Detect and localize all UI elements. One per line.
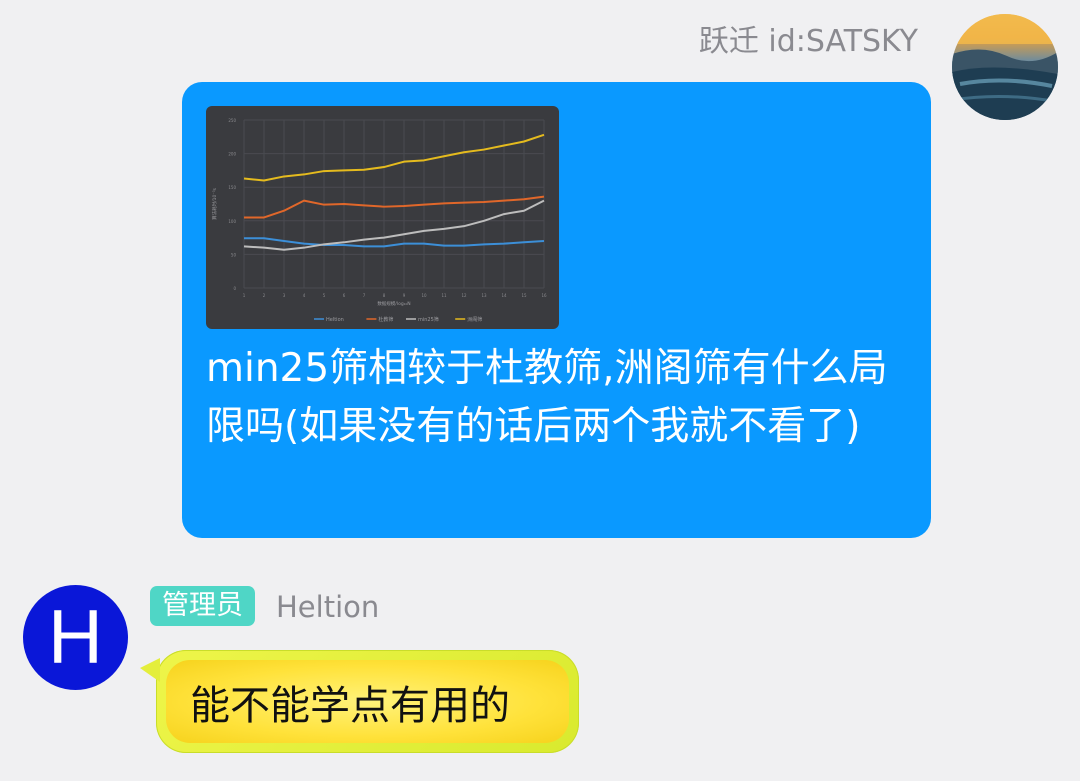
y-tick-label: 200 — [228, 152, 236, 157]
sender-name: 跃迁 id:SATSKY — [698, 24, 918, 59]
x-tick-label: 15 — [521, 293, 527, 298]
x-tick-label: 8 — [383, 293, 386, 298]
x-tick-label: 4 — [303, 293, 306, 298]
attached-chart-image[interactable]: 0 50 100 150 200 250 1 2 3 4 5 6 7 8 9 10 11 12 13 14 15 16 数据… — [206, 106, 559, 329]
series-line — [243, 133, 545, 182]
y-tick-label: 150 — [228, 185, 236, 190]
x-tick-label: 13 — [481, 293, 487, 298]
series-line — [244, 195, 545, 219]
y-tick-label: 0 — [233, 286, 236, 291]
letter-avatar: H — [48, 595, 103, 680]
y-tick-label: 50 — [231, 252, 237, 257]
incoming-message-bubble[interactable]: 能不能学点有用的 — [140, 650, 579, 753]
legend-entry: 杜教筛 — [378, 316, 393, 323]
x-tick-label: 12 — [461, 293, 467, 298]
x-tick-label: 16 — [541, 293, 547, 298]
series-line — [244, 237, 545, 248]
outgoing-message-bubble[interactable]: 0 50 100 150 200 250 1 2 3 4 5 6 7 8 9 10 11 12 13 14 15 16 数据… — [182, 82, 931, 538]
admin-badge: 管理员 — [150, 586, 255, 626]
x-tick-label: 3 — [283, 293, 286, 298]
profile-photo-avatar — [952, 14, 1058, 120]
x-axis-label: 数据规模/log₁₀N — [377, 300, 410, 307]
line-chart: 0501001502002501 2 3 4 5 6 7 8 9 10 11 12 13 14 15 16数据… — [211, 118, 547, 323]
legend-entry: min25筛 — [418, 316, 439, 323]
y-tick-label: 250 — [228, 118, 236, 123]
bubble-inner: 能不能学点有用的 — [166, 660, 569, 743]
x-tick-label: 2 — [263, 293, 266, 298]
x-tick-label: 11 — [441, 293, 447, 298]
message-text: min25筛相较于杜教筛,洲阁筛有什么局限吗(如果没有的话后两个我就不看了) — [206, 346, 888, 449]
y-tick-label: 100 — [228, 219, 236, 224]
legend-entry: 洲阁筛 — [467, 316, 482, 323]
x-tick-label: 5 — [323, 293, 326, 298]
x-tick-label: 10 — [421, 293, 427, 298]
legend-entry: Heltion — [326, 317, 344, 323]
x-tick-label: 9 — [403, 293, 406, 298]
x-tick-label: 7 — [363, 293, 366, 298]
avatar[interactable] — [952, 14, 1058, 120]
x-tick-label: 1 — [243, 293, 246, 298]
message-text: 能不能学点有用的 — [190, 682, 510, 729]
y-axis-label: 算法耗时/10⁻³s — [211, 187, 218, 219]
x-tick-label: 6 — [343, 293, 346, 298]
x-tick-label: 14 — [501, 293, 507, 298]
avatar[interactable]: H — [23, 585, 128, 690]
sender-name: Heltion — [276, 590, 380, 624]
